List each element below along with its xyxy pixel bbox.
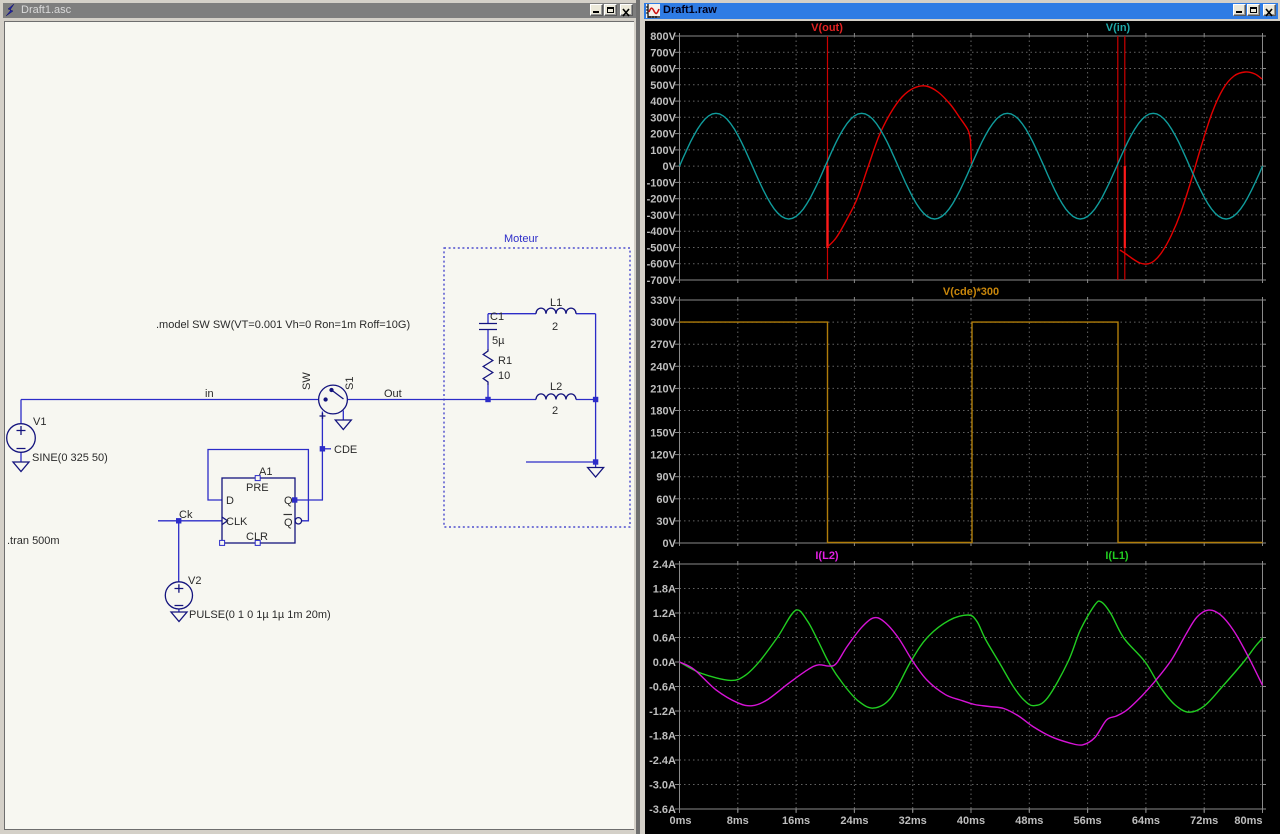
svg-text:200V: 200V <box>650 129 676 141</box>
svg-text:150V: 150V <box>650 428 676 440</box>
svg-text:-3.0A: -3.0A <box>649 780 676 792</box>
svg-text:A1: A1 <box>259 466 272 478</box>
svg-text:700V: 700V <box>650 47 676 59</box>
svg-text:-600V: -600V <box>647 259 677 271</box>
svg-text:SW: SW <box>301 372 313 390</box>
svg-text:L2: L2 <box>550 381 562 393</box>
svg-text:CLR: CLR <box>246 531 268 543</box>
svg-text:1.2A: 1.2A <box>653 608 676 620</box>
svg-text:10: 10 <box>498 370 510 382</box>
svg-text:Moteur: Moteur <box>504 233 539 245</box>
svg-text:56ms: 56ms <box>1074 815 1102 827</box>
svg-text:2: 2 <box>552 405 558 417</box>
svg-text:500V: 500V <box>650 80 676 92</box>
svg-text:2: 2 <box>552 321 558 333</box>
svg-text:-1.8A: -1.8A <box>649 731 676 743</box>
svg-text:0ms: 0ms <box>670 815 692 827</box>
svg-text:S1: S1 <box>344 377 356 390</box>
svg-text:72ms: 72ms <box>1190 815 1218 827</box>
svg-text:V(cde)*300: V(cde)*300 <box>943 286 999 298</box>
svg-text:V2: V2 <box>188 575 201 587</box>
svg-text:.model SW SW(VT=0.001 Vh=0 Ron: .model SW SW(VT=0.001 Vh=0 Ron=1m Roff=1… <box>156 319 410 331</box>
svg-text:240V: 240V <box>650 361 676 373</box>
svg-text:64ms: 64ms <box>1132 815 1160 827</box>
svg-text:120V: 120V <box>650 450 676 462</box>
svg-text:100V: 100V <box>650 145 676 157</box>
svg-text:R1: R1 <box>498 355 512 367</box>
svg-text:32ms: 32ms <box>899 815 927 827</box>
svg-text:Out: Out <box>384 388 402 400</box>
svg-text:30V: 30V <box>656 516 676 528</box>
svg-text:-100V: -100V <box>647 177 677 189</box>
svg-text:300V: 300V <box>650 112 676 124</box>
svg-text:-0.6A: -0.6A <box>649 682 676 694</box>
svg-text:V(in): V(in) <box>1106 22 1131 34</box>
svg-text:-1.2A: -1.2A <box>649 706 676 718</box>
svg-text:-200V: -200V <box>647 194 677 206</box>
svg-text:0V: 0V <box>663 161 677 173</box>
svg-text:48ms: 48ms <box>1015 815 1043 827</box>
svg-text:I(L1): I(L1) <box>1105 550 1129 562</box>
svg-text:600V: 600V <box>650 64 676 76</box>
svg-text:-400V: -400V <box>647 226 677 238</box>
svg-text:80ms: 80ms <box>1234 815 1262 827</box>
svg-text:400V: 400V <box>650 96 676 108</box>
svg-text:8ms: 8ms <box>727 815 749 827</box>
svg-text:-300V: -300V <box>647 210 677 222</box>
svg-text:Ck: Ck <box>179 509 193 521</box>
svg-text:D: D <box>226 495 234 507</box>
svg-text:I(L2): I(L2) <box>815 550 839 562</box>
svg-text:210V: 210V <box>650 383 676 395</box>
svg-text:330V: 330V <box>650 295 676 307</box>
svg-text:2.4A: 2.4A <box>653 559 676 571</box>
svg-text:0.6A: 0.6A <box>653 633 676 645</box>
svg-text:90V: 90V <box>656 472 676 484</box>
svg-text:60V: 60V <box>656 494 676 506</box>
svg-text:CDE: CDE <box>334 444 357 456</box>
svg-text:24ms: 24ms <box>840 815 868 827</box>
svg-text:L1: L1 <box>550 297 562 309</box>
svg-text:PRE: PRE <box>246 482 269 494</box>
svg-text:800V: 800V <box>650 31 676 43</box>
svg-text:40ms: 40ms <box>957 815 985 827</box>
svg-text:Q: Q <box>284 517 293 529</box>
svg-text:CLK: CLK <box>226 516 248 528</box>
svg-text:0V: 0V <box>663 538 677 550</box>
svg-text:.tran 500m: .tran 500m <box>7 535 60 547</box>
svg-text:V(out): V(out) <box>811 22 843 34</box>
svg-text:180V: 180V <box>650 406 676 418</box>
svg-text:270V: 270V <box>650 339 676 351</box>
svg-text:300V: 300V <box>650 317 676 329</box>
svg-text:1.8A: 1.8A <box>653 584 676 596</box>
svg-text:-500V: -500V <box>647 243 677 255</box>
svg-text:PULSE(0 1 0 1µ 1µ 1m 20m): PULSE(0 1 0 1µ 1µ 1m 20m) <box>189 609 331 621</box>
svg-text:-700V: -700V <box>647 275 677 287</box>
svg-text:V1: V1 <box>33 416 46 428</box>
svg-text:0.0A: 0.0A <box>653 657 676 669</box>
svg-text:-2.4A: -2.4A <box>649 755 676 767</box>
svg-text:C1: C1 <box>490 311 504 323</box>
svg-text:Q: Q <box>284 495 293 507</box>
svg-text:in: in <box>205 388 214 400</box>
svg-text:5µ: 5µ <box>492 335 505 347</box>
svg-text:16ms: 16ms <box>782 815 810 827</box>
svg-text:SINE(0 325 50): SINE(0 325 50) <box>32 452 108 464</box>
